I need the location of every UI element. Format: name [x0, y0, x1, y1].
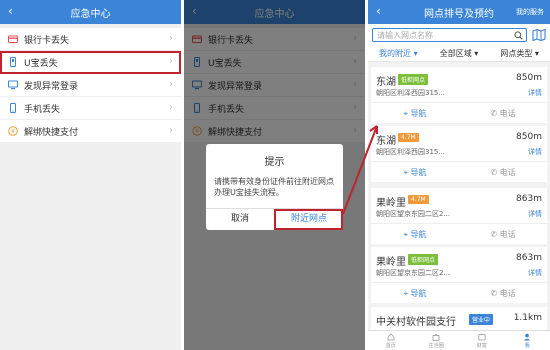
branch-tag-badge: 低柜网点: [408, 254, 439, 265]
nav-life[interactable]: 生活圈: [414, 331, 460, 350]
search-placeholder: 请输入网点名称: [377, 30, 433, 40]
menu-item-label: U宝丢失: [24, 58, 58, 69]
usb-key-icon: [10, 57, 16, 67]
user-icon: [524, 333, 531, 341]
branch-distance: 863m: [516, 194, 542, 204]
top-bar: ‹ 应急中心: [0, 0, 181, 24]
home-icon: [387, 333, 395, 341]
branch-tag-badge: 4.7M: [398, 133, 419, 142]
branch-card[interactable]: 果岭里 低柜网点 863m 朝阳区望京东园二区2... 详情 ⌖ 导航 ✆ 电话: [371, 247, 547, 303]
svg-text:¥: ¥: [11, 128, 15, 135]
screen-emergency-center: ‹ 应急中心 银行卡丢失 › U宝丢失 › 发现异常登录 › 手机丢失 › ¥ …: [0, 0, 181, 350]
bag-icon: [432, 334, 440, 341]
coin-icon: ¥: [8, 126, 18, 136]
chevron-right-icon: ›: [169, 33, 173, 44]
branch-detail-link[interactable]: 详情: [528, 209, 542, 219]
chevron-right-icon: ›: [169, 56, 173, 67]
dialog-buttons: 取消 附近网点: [206, 208, 343, 230]
search-input[interactable]: 请输入网点名称: [372, 28, 527, 42]
branch-distance: 1.1km: [513, 313, 542, 323]
branch-actions: ⌖ 导航 ✆ 电话: [371, 223, 547, 244]
branch-address: 朝阳区利泽西园315...: [376, 89, 446, 97]
monitor-icon: [8, 80, 18, 90]
top-bar: ‹ 网点排号及预约 我的服务: [368, 0, 550, 24]
bank-card-icon: [8, 35, 18, 43]
branch-name: 东湖: [376, 77, 396, 88]
cancel-button[interactable]: 取消: [206, 209, 274, 230]
menu-item-label: 银行卡丢失: [24, 35, 70, 46]
menu-item-label: 发现异常登录: [24, 81, 79, 92]
branch-distance: 863m: [516, 253, 542, 263]
prompt-dialog: 提示 请携带有效身份证件前往附近网点办理U宝挂失流程。 取消 附近网点: [206, 144, 343, 230]
tab-branch-type[interactable]: 网点类型 ▾: [489, 48, 550, 59]
phone-icon: [10, 103, 16, 113]
branch-card[interactable]: 东湖 4.7M 850m 朝阳区利泽西园315... 详情 ⌖ 导航 ✆ 电话: [371, 126, 547, 182]
wallet-icon: [478, 334, 486, 341]
chevron-right-icon: ›: [169, 125, 173, 136]
page-title: 网点排号及预约: [424, 8, 494, 20]
nav-home[interactable]: 首页: [368, 331, 414, 350]
back-arrow-icon[interactable]: ‹: [376, 4, 381, 18]
branch-actions: ⌖ 导航 ✆ 电话: [371, 102, 547, 123]
menu-item-bank-card-lost[interactable]: 银行卡丢失 ›: [0, 28, 181, 51]
map-icon[interactable]: [532, 28, 546, 42]
branch-card[interactable]: 果岭里 4.7M 863m 朝阳区望京东园二区2... 详情 ⌖ 导航 ✆ 电话: [371, 188, 547, 244]
phone-button[interactable]: ✆ 电话: [459, 229, 547, 240]
branch-distance: 850m: [516, 73, 542, 83]
phone-button[interactable]: ✆ 电话: [459, 108, 547, 119]
phone-button[interactable]: ✆ 电话: [459, 167, 547, 178]
menu-item-label: 解绑快捷支付: [24, 127, 79, 138]
navigate-button[interactable]: ⌖ 导航: [371, 288, 459, 299]
emergency-menu: 银行卡丢失 › U宝丢失 › 发现异常登录 › 手机丢失 › ¥ 解绑快捷支付 …: [0, 28, 181, 143]
menu-item-abnormal-login[interactable]: 发现异常登录 ›: [0, 74, 181, 97]
search-icon[interactable]: [514, 31, 523, 40]
phone-button[interactable]: ✆ 电话: [459, 288, 547, 299]
nearby-branches-button[interactable]: 附近网点: [274, 209, 343, 230]
chevron-right-icon: ›: [169, 102, 173, 113]
branch-distance: 850m: [516, 132, 542, 142]
branch-actions: ⌖ 导航 ✆ 电话: [371, 282, 547, 303]
branch-actions: ⌖ 导航 ✆ 电话: [371, 161, 547, 182]
branch-name: 果岭里: [376, 257, 406, 268]
screen-emergency-dialog: ‹ 应急中心 银行卡丢失 › U宝丢失 › 发现异常登录 › 手机丢失 › ¥ …: [184, 0, 365, 350]
branch-tag-badge: 4.7M: [408, 195, 429, 204]
search-row: 请输入网点名称: [368, 24, 550, 46]
branch-name: 果岭里: [376, 198, 406, 209]
navigate-button[interactable]: ⌖ 导航: [371, 167, 459, 178]
branch-tag-badge: 低柜网点: [398, 74, 429, 85]
branch-name: 中关村软件园支行: [376, 317, 456, 328]
branch-card[interactable]: 东湖 低柜网点 850m 朝阳区利泽西园315... 详情 ⌖ 导航 ✆ 电话: [371, 67, 547, 123]
nav-me[interactable]: 我: [505, 331, 550, 350]
chevron-right-icon: ›: [169, 79, 173, 90]
bottom-nav: 首页 生活圈 财富 我: [368, 330, 550, 350]
branch-card-partial[interactable]: 中关村软件园支行 营业中 1.1km: [371, 307, 547, 331]
navigate-button[interactable]: ⌖ 导航: [371, 108, 459, 119]
branch-tag-badge: 营业中: [469, 314, 494, 325]
page-title: 应急中心: [70, 8, 111, 20]
branch-address: 朝阳区利泽西园315...: [376, 148, 446, 156]
dialog-message: 请携带有效身份证件前往附近网点办理U宝挂失流程。: [214, 177, 334, 197]
branch-address: 朝阳区望京东园二区2...: [376, 269, 451, 277]
menu-item-label: 手机丢失: [24, 104, 61, 115]
tab-nearby[interactable]: 我的附近 ▾: [368, 48, 429, 59]
filter-tabs: 我的附近 ▾ 全部区域 ▾ 网点类型 ▾: [368, 46, 550, 62]
branch-address: 朝阳区望京东园二区2...: [376, 210, 451, 218]
branch-detail-link[interactable]: 详情: [528, 147, 542, 157]
branch-name: 东湖: [376, 136, 396, 147]
my-service-link[interactable]: 我的服务: [516, 7, 544, 17]
branch-detail-link[interactable]: 详情: [528, 88, 542, 98]
menu-item-phone-lost[interactable]: 手机丢失 ›: [0, 97, 181, 120]
nav-wealth[interactable]: 财富: [459, 331, 505, 350]
tab-all-regions[interactable]: 全部区域 ▾: [429, 48, 490, 59]
navigate-button[interactable]: ⌖ 导航: [371, 229, 459, 240]
menu-item-ubao-lost[interactable]: U宝丢失 ›: [0, 51, 181, 74]
menu-item-unbind-quick-pay[interactable]: ¥ 解绑快捷支付 ›: [0, 120, 181, 143]
dialog-title: 提示: [264, 157, 285, 168]
screen-branch-queue: ‹ 网点排号及预约 我的服务 请输入网点名称 我的附近 ▾ 全部区域 ▾ 网点类…: [368, 0, 550, 350]
branch-detail-link[interactable]: 详情: [528, 268, 542, 278]
back-arrow-icon[interactable]: ‹: [8, 4, 13, 18]
